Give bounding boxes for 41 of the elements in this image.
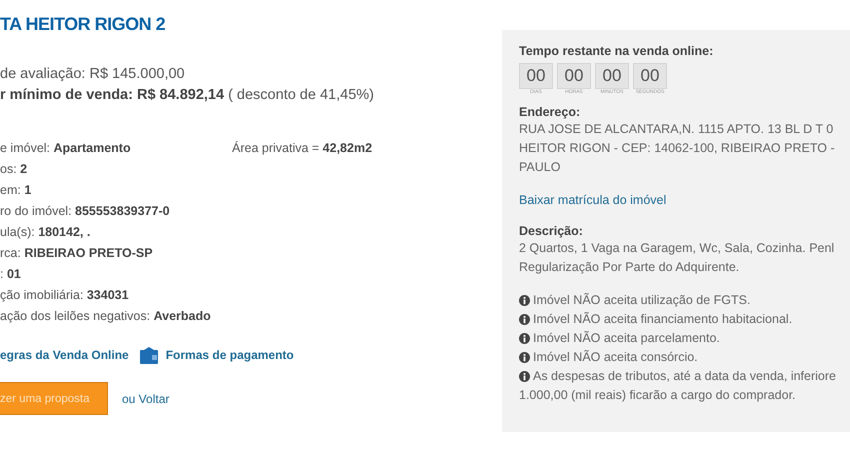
info-icon	[519, 333, 530, 344]
countdown-value: 00	[519, 63, 553, 89]
notice-text: Imóvel NÃO aceita consórcio.	[533, 349, 698, 366]
countdown-value: 00	[595, 63, 629, 89]
notice-text: Imóvel NÃO aceita financiamento habitacional.	[533, 311, 792, 328]
notice-text: As despesas de tributos, até a data da venda, inferiore	[533, 368, 836, 385]
detail-text: ula(s): 180142, .	[0, 224, 92, 241]
notice-text: Imóvel NÃO aceita parcelamento.	[533, 330, 720, 347]
description-line: 2 Quartos, 1 Vaga na Garagem, Wc, Sala, Cozinha. Penl	[519, 240, 836, 257]
link[interactable]: egras da Venda Online	[0, 348, 129, 362]
description-title: Descrição:	[519, 223, 584, 239]
detail-text: ro do imóvel: 855553839377-0	[0, 203, 171, 220]
notice-text: Imóvel NÃO aceita utilização de FGTS.	[533, 292, 750, 309]
link[interactable]: Formas de pagamento	[166, 348, 294, 362]
price-line: r mínimo de venda: R$ 84.892,14 ( desconto de 41,45%)	[0, 86, 375, 105]
description-line: Regularização Por Parte do Adquirente.	[519, 259, 740, 276]
detail-text: Área privativa = 42,82m2	[232, 140, 372, 157]
wallet-icon	[140, 346, 158, 364]
address-line: PAULO	[519, 159, 562, 176]
address-title: Endereço:	[519, 104, 582, 120]
detail-text: em: 1	[0, 182, 32, 199]
info-icon	[519, 371, 530, 382]
countdown-title: Tempo restante na venda online:	[519, 43, 714, 59]
registry-link[interactable]: Baixar matrícula do imóvel	[519, 193, 666, 207]
countdown-value: 00	[633, 63, 667, 89]
info-icon	[519, 352, 530, 363]
detail-text: e imóvel: Apartamento	[0, 140, 132, 157]
page-title: TA HEITOR RIGON 2	[0, 14, 166, 36]
price-line: de avaliação: R$ 145.000,00	[0, 65, 186, 84]
detail-text: : 01	[0, 266, 22, 283]
detail-text: rca: RIBEIRAO PRETO-SP	[0, 245, 154, 262]
address-line: RUA JOSE DE ALCANTARA,N. 1115 APTO. 13 BL D T 0	[519, 121, 834, 138]
info-icon	[519, 295, 530, 306]
countdown-value: 00	[557, 63, 591, 89]
detail-text: ção imobiliária: 334031	[0, 287, 130, 304]
detail-text: os: 2	[0, 161, 28, 178]
notice-text: 1.000,00 (mil reais) ficarão a cargo do comprador.	[519, 387, 796, 404]
back-link[interactable]: ou Voltar	[122, 392, 170, 406]
address-line: HEITOR RIGON - CEP: 14062-100, RIBEIRAO PRETO -	[519, 140, 836, 157]
info-icon	[519, 314, 530, 325]
detail-text: ação dos leilões negativos: Averbado	[0, 308, 212, 325]
